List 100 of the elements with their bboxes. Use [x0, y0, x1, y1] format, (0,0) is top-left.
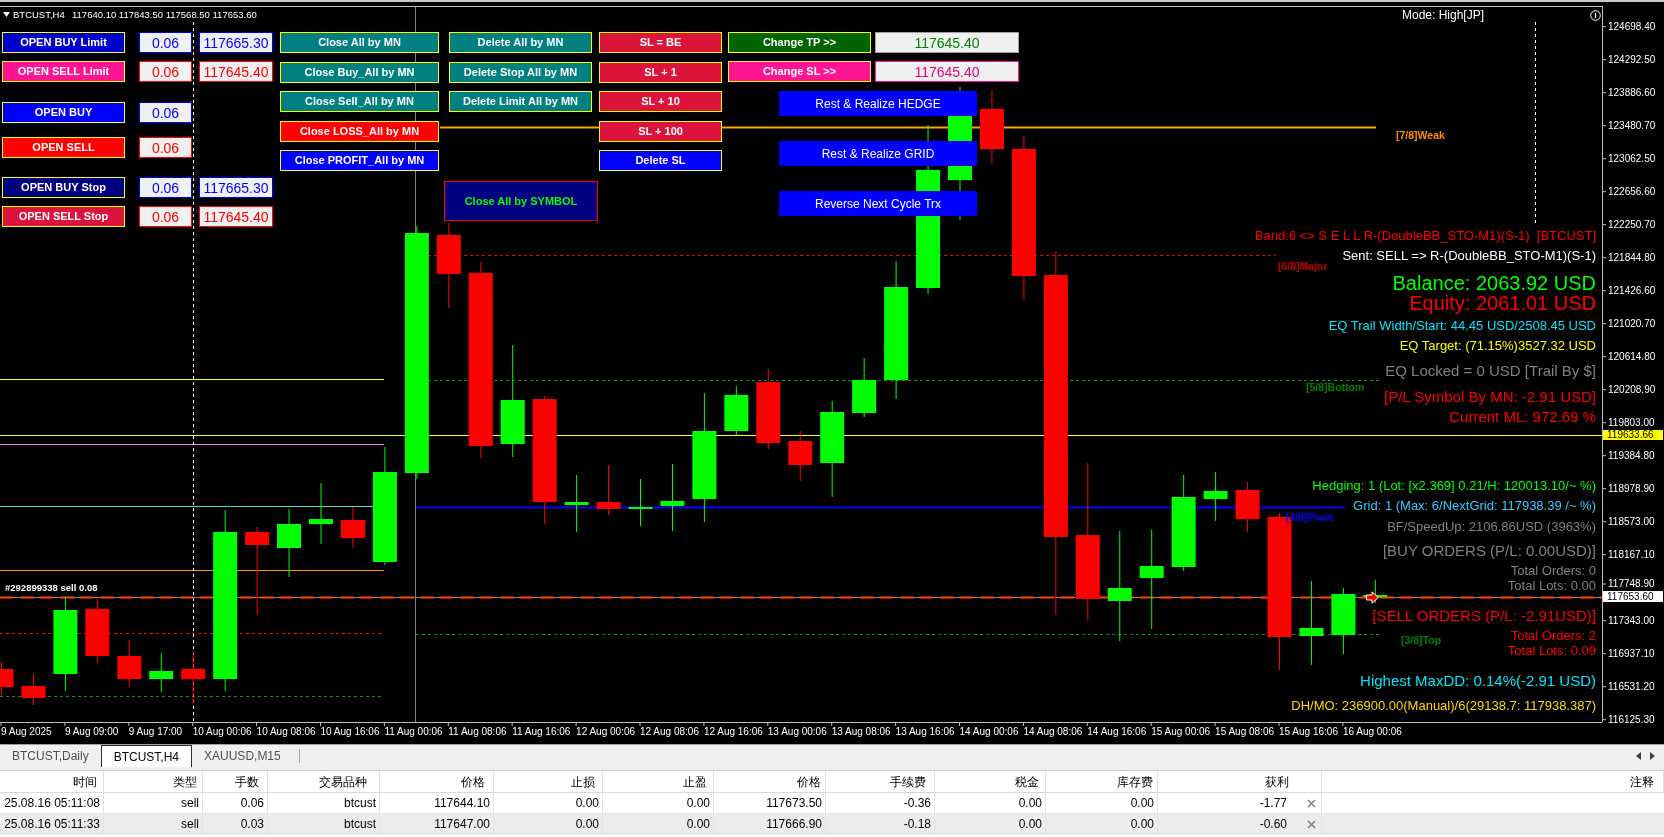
order-label: #292899338 sell 0.08 [5, 583, 98, 593]
close-symbol-button[interactable]: Close All by SYMBOL [444, 181, 598, 221]
action-button[interactable]: Rest & Realize HEDGE [779, 91, 977, 116]
candle [788, 430, 813, 482]
order-button[interactable]: OPEN BUY Stop [2, 177, 125, 198]
caret-right-icon[interactable] [1650, 752, 1655, 760]
close-button[interactable]: Close All by MN [280, 32, 439, 53]
price-field[interactable]: 117645.40 [875, 32, 1019, 53]
action-button[interactable]: Reverse Next Cycle Trx [779, 191, 977, 216]
table-cell: sell [104, 814, 203, 834]
price-label: 120614.80 [1608, 351, 1656, 362]
bid-price-label: 117653.60 [1603, 591, 1663, 602]
info-text: BF/SpeedUp: 2106.86USD (3963%) [1387, 519, 1596, 533]
time-label: 13 Aug 08:06 [831, 727, 891, 737]
stop-loss-button[interactable]: SL + 10 [599, 91, 722, 112]
lot-field[interactable]: 0.06 [139, 177, 192, 198]
stop-loss-button[interactable]: SL + 100 [599, 120, 722, 142]
time-label: 13 Aug 16:06 [895, 727, 955, 737]
table-cell: 0.00 [1046, 793, 1158, 813]
table-cell: 0.00 [935, 814, 1046, 834]
column-header[interactable]: 税金 [935, 771, 1046, 792]
table-cell: 117666.90 [714, 814, 826, 834]
delete-button[interactable]: Delete All by MN [449, 32, 592, 53]
level-label: [4/8]Pivot [1286, 512, 1334, 523]
lot-field[interactable]: 0.06 [139, 206, 192, 227]
close-button[interactable]: Close LOSS_All by MN [280, 120, 439, 142]
table-cell: -0.18 [826, 814, 935, 834]
price-field[interactable]: 117665.30 [199, 32, 273, 53]
info-text: Sent: SELL => R-(DoubleBB_STO-M1)(S-1) [1342, 249, 1596, 262]
lot-field[interactable]: 0.06 [139, 61, 192, 82]
time-label: 11 Aug 16:06 [512, 727, 571, 737]
candle [277, 508, 302, 578]
column-header[interactable]: 价格 [380, 771, 494, 792]
delete-button[interactable]: Delete Stop All by MN [449, 61, 592, 83]
table-cell: 0.00 [603, 814, 714, 834]
change-button[interactable]: Change TP >> [728, 32, 871, 53]
table-cell: btcust [268, 793, 380, 813]
price-field[interactable]: 117665.30 [199, 177, 273, 198]
column-header[interactable]: 手数 [203, 771, 268, 792]
info-text: [P/L Symbol By MN: -2.91 USD] [1384, 388, 1596, 404]
column-header[interactable]: 价格 [714, 771, 826, 792]
table-cell: 0.03 [203, 814, 268, 834]
table-cell: 117644.10 [380, 793, 494, 813]
price-field[interactable]: 117645.40 [199, 61, 273, 82]
table-cell: 0.06 [203, 793, 268, 813]
chart-tab[interactable]: BTCUST,Daily [0, 745, 101, 767]
change-button[interactable]: Change SL >> [728, 61, 871, 82]
table-cell: 0.00 [603, 793, 714, 813]
level-label: [6/8]Major [1278, 261, 1328, 272]
time-label: 12 Aug 16:06 [703, 727, 763, 737]
price-label: 122250.70 [1608, 219, 1656, 230]
lot-field[interactable]: 0.06 [139, 137, 192, 158]
info-text: DH/MO: 236900.00(Manual)/6(29138.7: 117938.387) [1291, 699, 1596, 712]
close-button[interactable]: Close Buy_All by MN [280, 61, 439, 83]
price-label: 117748.90 [1608, 579, 1655, 589]
time-label: 11 Aug 08:06 [448, 727, 507, 737]
column-header[interactable]: 获利 [1158, 771, 1322, 792]
stop-loss-button[interactable]: Delete SL [599, 150, 722, 171]
stop-loss-button[interactable]: SL = BE [599, 32, 722, 53]
close-button[interactable]: Close Sell_All by MN [280, 91, 439, 112]
table-cell: 0.00 [935, 793, 1046, 813]
time-label: 14 Aug 08:06 [1023, 727, 1083, 737]
delete-button[interactable]: Delete Limit All by MN [449, 91, 592, 112]
info-text: Equity: 2061.01 USD [1409, 293, 1596, 313]
time-label: 15 Aug 08:06 [1215, 727, 1275, 737]
price-field[interactable]: 117645.40 [875, 61, 1019, 82]
candle [85, 598, 110, 664]
price-label: 119384.80 [1608, 450, 1655, 461]
column-header[interactable]: 时间 [0, 771, 104, 792]
column-header[interactable]: 止盈 [603, 771, 714, 792]
caret-down-icon[interactable] [3, 12, 10, 17]
column-header[interactable]: 库存费 [1046, 771, 1158, 792]
lot-field[interactable]: 0.06 [139, 32, 192, 53]
time-label: 9 Aug 09:00 [64, 727, 119, 737]
action-button[interactable]: Rest & Realize GRID [779, 141, 977, 166]
chart-tab[interactable]: BTCUST,H4 [100, 745, 193, 767]
candle [149, 652, 174, 693]
time-label: 10 Aug 00:06 [192, 727, 252, 737]
column-header[interactable]: 交易品种 [268, 771, 380, 792]
chart-title: BTCUST,H4 [13, 10, 65, 20]
info-text: [BUY ORDERS (P/L: 0.00USD)] [1382, 543, 1596, 558]
order-button[interactable]: OPEN BUY Limit [2, 32, 125, 53]
chart-tab[interactable]: XAUUSD,M15 [192, 745, 293, 767]
column-header[interactable]: 类型 [104, 771, 203, 792]
column-header[interactable]: 手续费 [826, 771, 935, 792]
order-button[interactable]: OPEN SELL Stop [2, 206, 125, 227]
column-header[interactable]: 止损 [494, 771, 603, 792]
order-button[interactable]: OPEN SELL [2, 137, 125, 158]
stop-loss-button[interactable]: SL + 1 [599, 61, 722, 83]
order-button[interactable]: OPEN BUY [2, 102, 125, 123]
price-label: 118978.90 [1608, 483, 1655, 494]
candle [564, 474, 589, 533]
order-button[interactable]: OPEN SELL Limit [2, 61, 125, 82]
caret-left-icon[interactable] [1636, 752, 1641, 760]
close-button[interactable]: Close PROFIT_All by MN [280, 150, 439, 171]
close-icon[interactable] [1307, 819, 1316, 829]
column-header[interactable]: 注释 [1322, 771, 1664, 792]
price-field[interactable]: 117645.40 [199, 206, 273, 227]
lot-field[interactable]: 0.06 [139, 102, 192, 123]
close-icon[interactable] [1307, 798, 1316, 808]
